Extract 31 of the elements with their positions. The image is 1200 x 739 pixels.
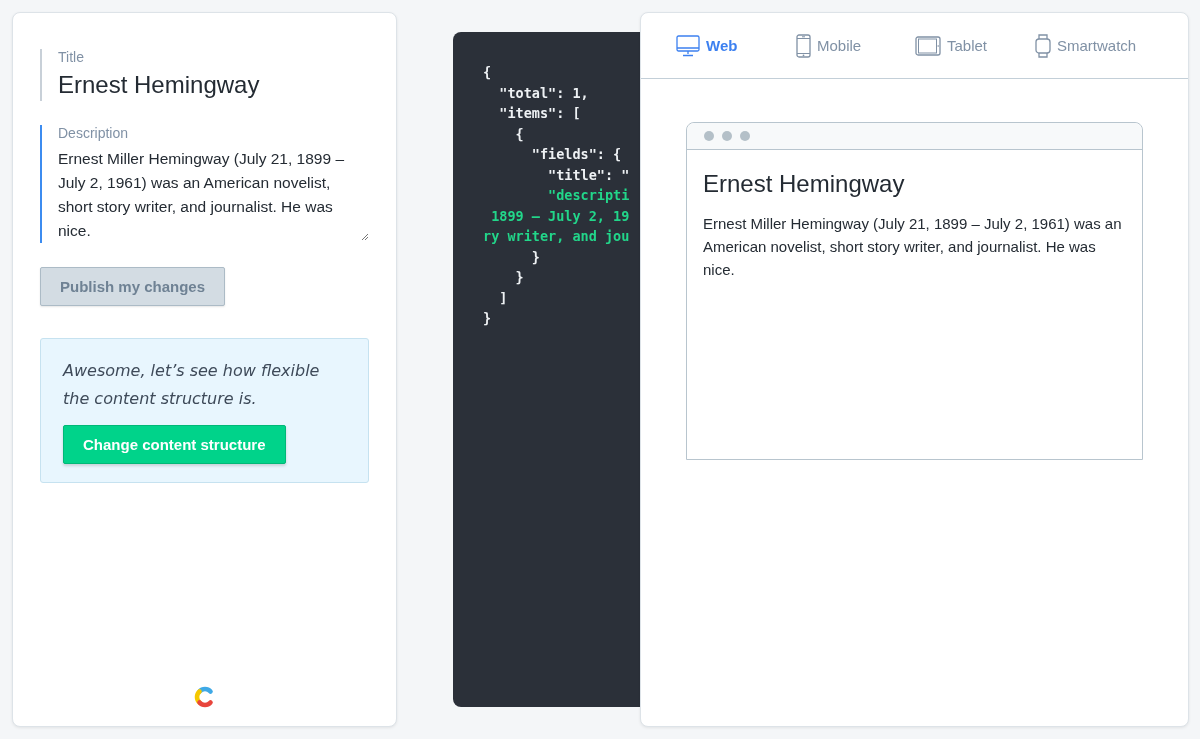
logo-icon — [193, 686, 216, 708]
field-label: Description — [58, 125, 130, 141]
callout-text: Awesome, let’s see how flexible the content structure is. — [63, 360, 321, 410]
resize-handle-icon[interactable] — [361, 233, 369, 241]
device-tab[interactable]: Tablet — [915, 35, 1035, 56]
code-line: { — [514, 124, 524, 144]
code-line: 1899 – July 2, 19 — [490, 206, 630, 226]
change-structure-button[interactable]: Change content structure — [63, 425, 286, 464]
code-line: ] — [498, 288, 508, 308]
description-field[interactable]: Ernest Miller Hemingway (July 21, 1899 – July 2, 1961) was an American novelist, short story writer, and journalist. He was nice. — [58, 147, 369, 243]
title-field[interactable]: Ernest Hemingway — [58, 71, 369, 101]
code-line: "title": " — [547, 165, 630, 185]
code-line: } — [514, 268, 524, 287]
code-line: { — [483, 63, 492, 82]
code-line: } — [530, 247, 540, 267]
code-line: "total": 1, — [498, 83, 589, 103]
code-line: "items": [ — [498, 104, 581, 123]
smartwatch-icon — [1035, 33, 1051, 58]
code-line: ry writer, and jou — [483, 227, 630, 246]
code-line: "descripti — [547, 186, 630, 205]
device-tab[interactable]: Smartwatch — [1035, 33, 1155, 58]
device-tab[interactable]: Mobile — [796, 33, 915, 58]
field-label: Title — [58, 49, 85, 65]
preview-title: Ernest Hemingway — [703, 170, 906, 198]
code-line: } — [483, 309, 492, 328]
phone-icon — [796, 33, 811, 58]
device-tab[interactable]: Web — [676, 34, 796, 57]
monitor-icon — [676, 34, 700, 57]
tablet-icon — [915, 35, 941, 56]
preview-body: Ernest Miller Hemingway (July 21, 1899 – July 2, 1961) was an American novelist, short story writer, and journalist. He was nice. — [703, 214, 1123, 280]
code-line: "fields": { — [530, 145, 622, 164]
